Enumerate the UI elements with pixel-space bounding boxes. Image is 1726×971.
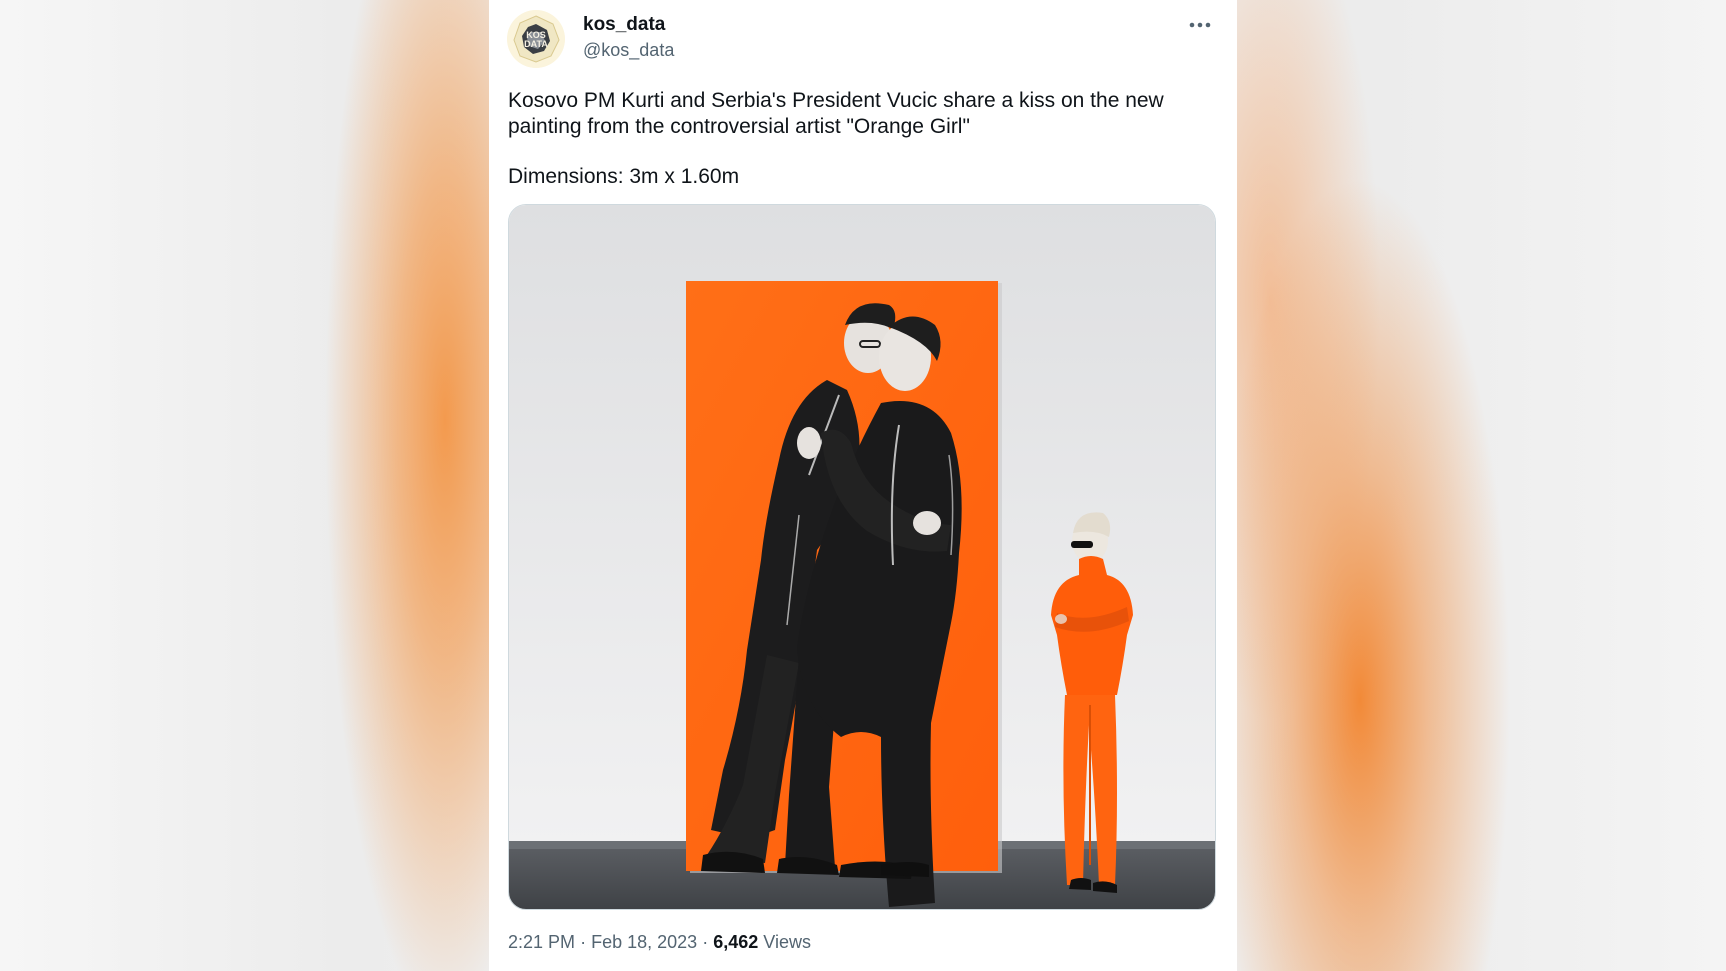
meta-separator: · <box>702 932 709 952</box>
views-count[interactable]: 6,462 <box>713 932 758 952</box>
tweet-text-paragraph-2: Dimensions: 3m x 1.60m <box>508 165 740 188</box>
author-name[interactable]: kos_data <box>583 14 665 36</box>
author-avatar[interactable]: KOS DATA <box>507 10 565 68</box>
tweet-text: Kosovo PM Kurti and Serbia's President V… <box>508 88 1208 190</box>
tweet-card: KOS DATA kos_data @kos_data Kosovo PM Ku… <box>489 0 1237 971</box>
more-options-button[interactable] <box>1185 12 1215 38</box>
views-label: Views <box>763 932 811 952</box>
kos-data-logo-icon: KOS DATA <box>507 10 565 68</box>
more-horizontal-icon <box>1189 22 1211 28</box>
tweet-meta: 2:21 PM · Feb 18, 2023 · 6,462 Views <box>508 932 811 953</box>
tweet-text-paragraph-1: Kosovo PM Kurti and Serbia's President V… <box>508 89 1164 138</box>
tweet-time[interactable]: 2:21 PM <box>508 932 575 952</box>
painting-photo-icon <box>509 205 1215 909</box>
tweet-date[interactable]: Feb 18, 2023 <box>591 932 697 952</box>
author-handle[interactable]: @kos_data <box>583 40 674 61</box>
svg-text:DATA: DATA <box>524 39 548 49</box>
meta-separator: · <box>580 932 587 952</box>
tweet-photo[interactable] <box>508 204 1216 910</box>
